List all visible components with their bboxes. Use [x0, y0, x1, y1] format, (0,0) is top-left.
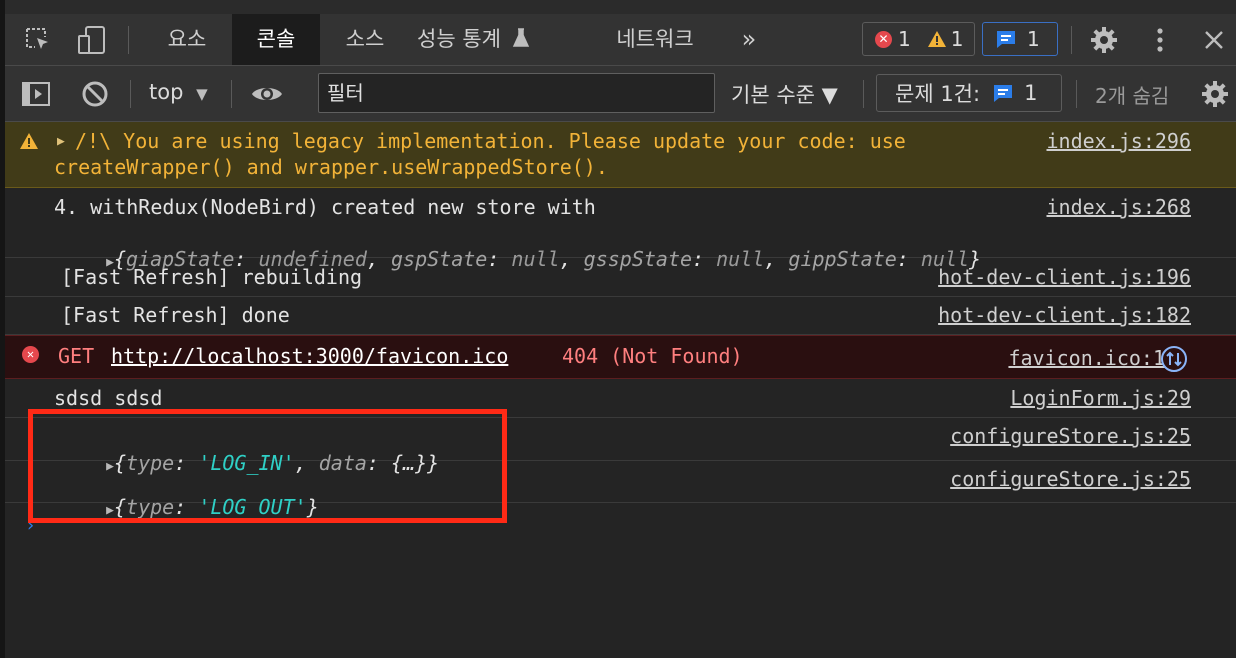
- message-icon: [997, 31, 1015, 48]
- log-text: [Fast Refresh] done: [61, 303, 290, 327]
- tab-network[interactable]: 네트워크: [599, 14, 711, 65]
- request-status: 404 (Not Found): [562, 344, 743, 368]
- device-icon[interactable]: [75, 24, 109, 56]
- message-count: 1: [1027, 27, 1040, 51]
- log-text: 4. withRedux(NodeBird) created new store…: [54, 195, 596, 219]
- source-link[interactable]: favicon.ico:1: [1008, 346, 1165, 370]
- filter-settings-icon[interactable]: [1199, 79, 1231, 109]
- console-message-log: 4. withRedux(NodeBird) created new store…: [5, 188, 1236, 271]
- settings-icon[interactable]: [1088, 24, 1120, 56]
- devtools-tab-bar: 요소 콘솔 소스 성능 통계 네트워크 » ✕ 1 1 1: [5, 14, 1236, 66]
- console-message-log: [Fast Refresh] rebuilding hot-dev-client…: [5, 258, 1236, 297]
- expand-arrow-icon[interactable]: ▶: [57, 134, 65, 149]
- issues-count: 1: [1024, 81, 1038, 105]
- separator: [130, 80, 131, 108]
- source-link[interactable]: index.js:296: [1047, 129, 1192, 153]
- source-link[interactable]: LoginForm.js:29: [1010, 386, 1191, 410]
- console-message-log: [Fast Refresh] done hot-dev-client.js:18…: [5, 297, 1236, 335]
- chevron-down-icon: ▼: [196, 85, 208, 103]
- source-link[interactable]: hot-dev-client.js:182: [938, 303, 1191, 327]
- console-message-warning: ▶ /!\ You are using legacy implementatio…: [5, 122, 1236, 188]
- source-link[interactable]: hot-dev-client.js:196: [938, 265, 1191, 289]
- issues-label: 문제 1건:: [895, 82, 981, 106]
- warning-text-line1: /!\ You are using legacy implementation.…: [75, 129, 906, 153]
- console-filter-bar: top ▼ 기본 수준 ▼ 문제 1건: 1 2개 숨김: [5, 66, 1236, 122]
- log-level-dropdown[interactable]: 기본 수준 ▼: [731, 79, 838, 109]
- tab-sources[interactable]: 소스: [329, 14, 401, 65]
- inspect-icon[interactable]: [23, 26, 53, 54]
- separator: [1076, 80, 1077, 108]
- sidebar-icon[interactable]: [19, 79, 53, 109]
- filter-input[interactable]: [318, 73, 715, 113]
- warning-text-line2: createWrapper() and wrapper.useWrappedSt…: [54, 155, 608, 179]
- separator: [1071, 26, 1072, 54]
- network-request-icon[interactable]: [1160, 345, 1188, 378]
- separator: [128, 26, 129, 54]
- warning-icon: [20, 133, 38, 149]
- more-icon[interactable]: [1145, 24, 1175, 56]
- tab-lighthouse[interactable]: 성능 통계: [417, 14, 557, 65]
- log-text: sdsd sdsd: [54, 386, 163, 410]
- source-link[interactable]: index.js:268: [1047, 195, 1192, 219]
- highlight-annotation: [28, 409, 507, 523]
- context-selector-value: top: [149, 80, 184, 104]
- error-icon: ✕: [875, 30, 892, 48]
- close-icon[interactable]: [1200, 26, 1228, 54]
- separator: [231, 80, 232, 108]
- request-method: GET: [58, 344, 95, 368]
- warning-count: 1: [950, 27, 964, 51]
- tab-console[interactable]: 콘솔: [232, 14, 320, 65]
- window-top-strip: [0, 0, 1236, 15]
- issues-button[interactable]: 문제 1건: 1: [876, 74, 1062, 112]
- console-message-error: ✕ GET http://localhost:3000/favicon.ico …: [5, 335, 1236, 379]
- message-counter[interactable]: 1: [982, 22, 1058, 56]
- separator: [863, 80, 864, 108]
- warning-icon: [927, 31, 946, 47]
- more-tabs-button[interactable]: »: [729, 14, 769, 65]
- request-url[interactable]: http://localhost:3000/favicon.ico: [111, 344, 508, 368]
- error-warning-counter[interactable]: ✕ 1 1: [862, 22, 975, 56]
- eye-icon[interactable]: [249, 79, 285, 109]
- flask-icon: [512, 28, 529, 47]
- context-selector[interactable]: top ▼: [149, 80, 208, 108]
- tab-elements[interactable]: 요소: [151, 14, 223, 65]
- source-link[interactable]: configureStore.js:25: [950, 467, 1191, 491]
- clear-icon[interactable]: [80, 79, 110, 109]
- issue-message-icon: [994, 85, 1013, 102]
- source-link[interactable]: configureStore.js:25: [950, 424, 1191, 448]
- log-text: [Fast Refresh] rebuilding: [61, 265, 363, 289]
- error-count: 1: [898, 27, 911, 51]
- hidden-count: 2개 숨김: [1095, 84, 1170, 108]
- tab-lighthouse-label: 성능 통계: [417, 27, 501, 51]
- error-icon: ✕: [22, 346, 39, 363]
